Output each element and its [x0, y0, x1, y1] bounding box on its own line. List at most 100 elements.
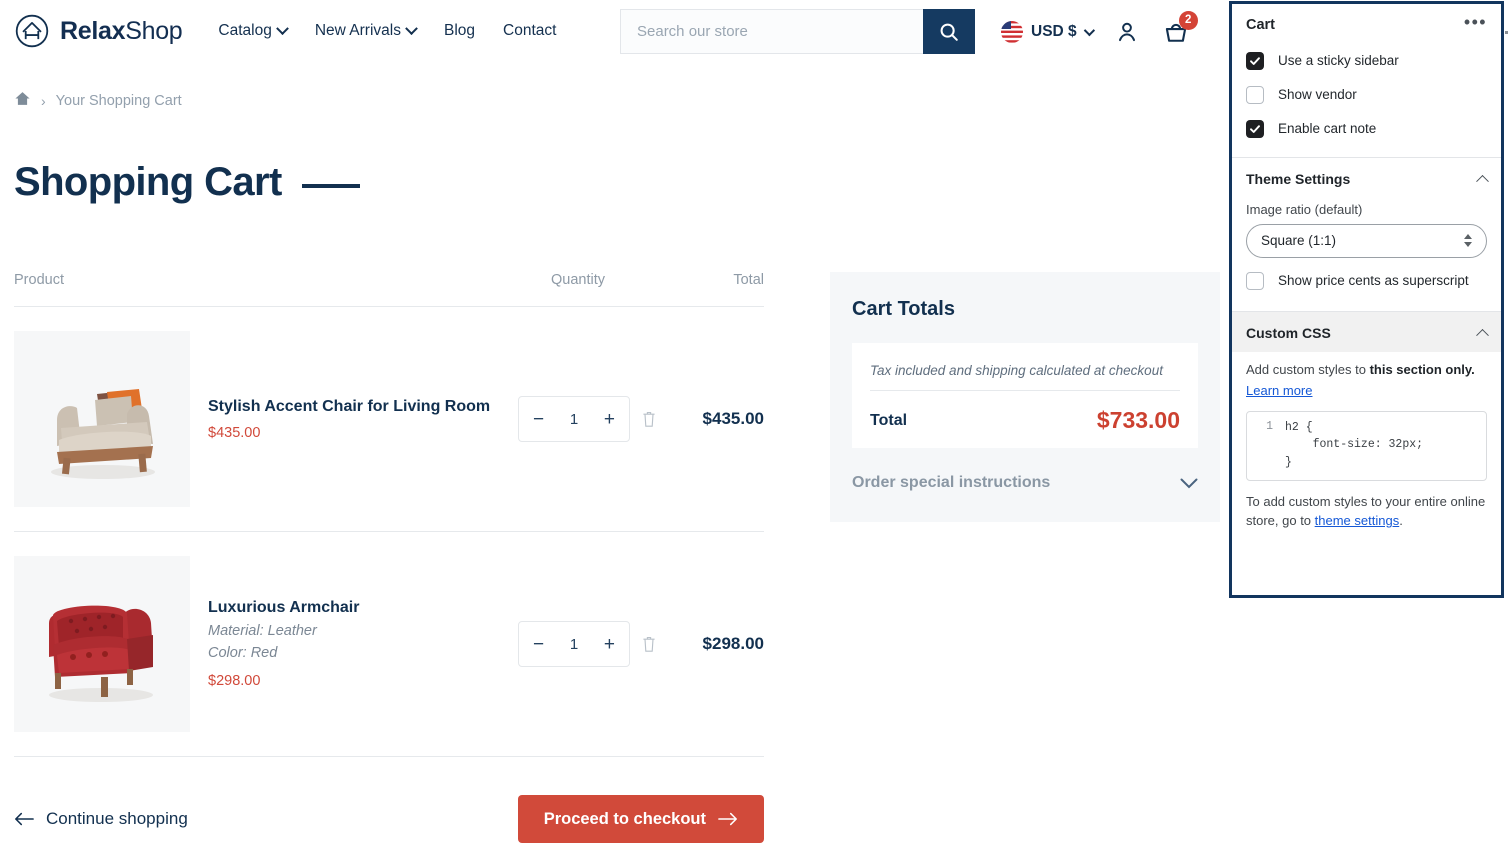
remove-item-button[interactable]: [630, 410, 668, 428]
search-input[interactable]: [620, 9, 923, 54]
product-thumbnail[interactable]: [14, 556, 190, 732]
trash-icon: [643, 637, 655, 652]
section-header-custom-css[interactable]: Custom CSS: [1232, 311, 1501, 352]
table-row: Luxurious Armchair Material: Leather Col…: [14, 532, 764, 757]
checkbox-checked-icon[interactable]: [1246, 51, 1264, 70]
order-instructions-toggle[interactable]: Order special instructions: [852, 474, 1198, 492]
chevron-up-icon: [1476, 175, 1489, 188]
theme-editor-sidebar: Cart ••• Use a sticky sidebar Show vendo…: [1229, 1, 1504, 598]
setting-show-vendor[interactable]: Show vendor: [1232, 78, 1501, 112]
code-content[interactable]: h2 { font-size: 32px; }: [1273, 419, 1423, 480]
cart-button[interactable]: 2: [1162, 10, 1198, 46]
quantity-stepper[interactable]: − 1 +: [518, 621, 630, 667]
search-button[interactable]: [923, 9, 975, 54]
house-in-circle-icon: [14, 13, 50, 49]
custom-css-help-bold: this section only.: [1369, 361, 1475, 377]
checkbox-checked-icon[interactable]: [1246, 119, 1264, 138]
cart-totals-heading: Cart Totals: [852, 298, 955, 320]
product-name[interactable]: Stylish Accent Chair for Living Room: [208, 398, 518, 416]
quantity-decrease-button[interactable]: −: [533, 410, 544, 429]
setting-label: Show price cents as superscript: [1278, 273, 1469, 289]
section-header-theme-settings[interactable]: Theme Settings: [1232, 158, 1501, 198]
account-button[interactable]: [1114, 19, 1140, 45]
checkout-label: Proceed to checkout: [543, 809, 706, 828]
nav-item-catalog[interactable]: Catalog: [218, 21, 289, 40]
logo-brand-bold: Relax: [60, 16, 126, 45]
chevron-down-icon: [1083, 24, 1095, 36]
logo-brand-light: Shop: [125, 16, 183, 45]
quantity-decrease-button[interactable]: −: [533, 635, 544, 654]
learn-more-link[interactable]: Learn more: [1246, 383, 1312, 398]
product-unit-price: $435.00: [208, 424, 261, 441]
search-bar: [620, 9, 975, 54]
image-ratio-value: Square (1:1): [1261, 233, 1337, 249]
setting-price-cents-superscript[interactable]: Show price cents as superscript: [1232, 258, 1501, 298]
quantity-stepper[interactable]: − 1 +: [518, 396, 630, 442]
arrow-right-icon: [718, 812, 737, 826]
learn-more-row: Learn more: [1232, 380, 1501, 400]
ellipsis-icon[interactable]: •••: [1464, 13, 1487, 34]
table-row: Stylish Accent Chair for Living Room $43…: [14, 307, 764, 532]
product-unit-price: $298.00: [208, 673, 261, 690]
breadcrumb: › Your Shopping Cart: [14, 90, 182, 112]
product-thumbnail[interactable]: [14, 331, 190, 507]
nav-label: Catalog: [218, 22, 272, 39]
beige-accent-chair-image: [27, 344, 177, 494]
search-icon: [940, 23, 958, 41]
setting-enable-cart-note[interactable]: Enable cart note: [1232, 112, 1501, 146]
quantity-value[interactable]: 1: [570, 411, 578, 428]
logo[interactable]: RelaxShop: [14, 13, 183, 49]
image-ratio-label: Image ratio (default): [1246, 201, 1363, 217]
remove-item-button[interactable]: [630, 635, 668, 653]
home-icon[interactable]: [14, 90, 31, 112]
nav-item-contact[interactable]: Contact: [503, 22, 556, 40]
checkbox-unchecked-icon[interactable]: [1246, 85, 1264, 104]
cart-totals-card: Tax included and shipping calculated at …: [852, 343, 1198, 448]
image-ratio-select[interactable]: Square (1:1): [1246, 223, 1487, 258]
title-underline: [301, 183, 360, 188]
custom-css-footer-suffix: .: [1399, 513, 1403, 529]
continue-shopping-label: Continue shopping: [46, 809, 188, 828]
select-stepper-icon: [1464, 234, 1472, 248]
page-title-text: Shopping Cart: [14, 160, 282, 204]
column-header-product: Product: [14, 272, 64, 288]
column-header-total: Total: [733, 272, 764, 288]
custom-css-footer: To add custom styles to your entire onli…: [1232, 481, 1501, 531]
checkout-button[interactable]: Proceed to checkout: [517, 795, 764, 843]
offscreen-marker: [1505, 31, 1508, 34]
nav-item-blog[interactable]: Blog: [444, 22, 475, 40]
panel-title: Cart: [1246, 17, 1276, 34]
cart-table: Product Quantity Total Stylish Accent Ch…: [14, 272, 764, 757]
nav-label: New Arrivals: [314, 22, 401, 39]
setting-label: Show vendor: [1278, 87, 1357, 103]
cart-table-header: Product Quantity Total: [14, 272, 764, 307]
column-header-quantity: Quantity: [551, 272, 605, 288]
us-flag-icon: [1000, 20, 1024, 44]
chevron-down-icon: [1180, 478, 1198, 488]
logo-text: RelaxShop: [60, 16, 183, 46]
cart-actions: Continue shopping Proceed to checkout: [14, 795, 764, 843]
order-instructions-label: Order special instructions: [852, 474, 1051, 491]
currency-selector[interactable]: USD $: [1000, 20, 1095, 44]
theme-settings-link[interactable]: theme settings: [1315, 513, 1400, 528]
checkbox-unchecked-icon[interactable]: [1246, 271, 1264, 290]
quantity-increase-button[interactable]: +: [604, 410, 615, 429]
app-root: RelaxShop Catalog New Arrivals Blog Cont…: [0, 0, 1509, 849]
product-info: Stylish Accent Chair for Living Room $43…: [190, 398, 518, 441]
breadcrumb-separator: ›: [41, 93, 46, 109]
red-tufted-armchair-image: [27, 569, 177, 719]
quantity-increase-button[interactable]: +: [604, 635, 615, 654]
quantity-value[interactable]: 1: [570, 636, 578, 653]
chevron-up-icon: [1476, 329, 1489, 342]
continue-shopping-link[interactable]: Continue shopping: [14, 809, 188, 829]
product-option: Material: Leather: [208, 622, 317, 639]
tax-note: Tax included and shipping calculated at …: [870, 363, 1180, 391]
nav-item-new-arrivals[interactable]: New Arrivals: [314, 21, 418, 40]
product-name[interactable]: Luxurious Armchair: [208, 599, 518, 617]
breadcrumb-current[interactable]: Your Shopping Cart: [56, 93, 182, 109]
custom-css-help-prefix: Add custom styles to: [1246, 361, 1370, 377]
total-row: Total $733.00: [870, 391, 1180, 434]
product-info: Luxurious Armchair Material: Leather Col…: [190, 599, 518, 690]
setting-use-sticky-sidebar[interactable]: Use a sticky sidebar: [1232, 44, 1501, 78]
custom-css-code-editor[interactable]: 1 h2 { font-size: 32px; }: [1246, 410, 1487, 481]
